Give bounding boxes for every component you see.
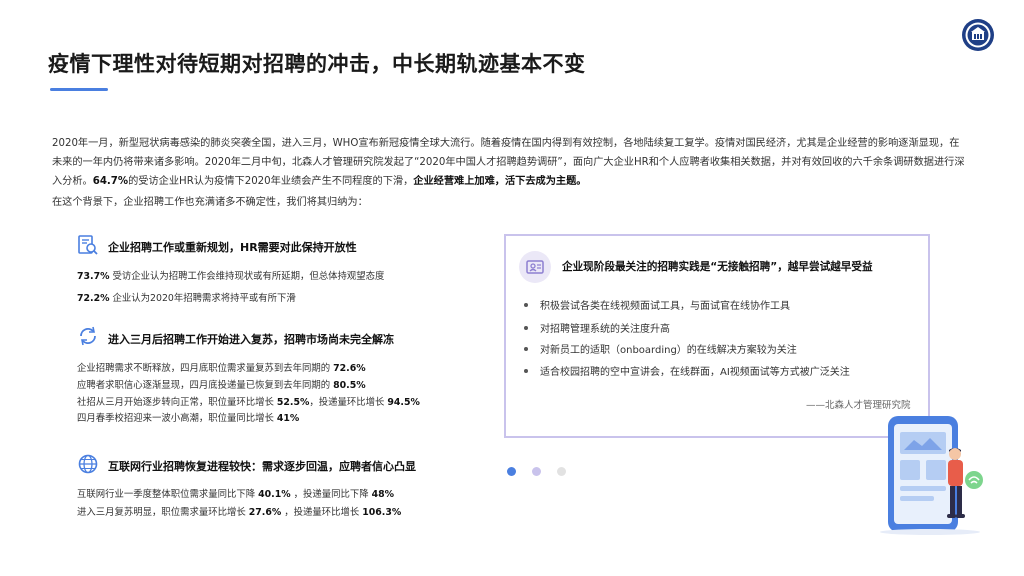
stat-value: 72.6%: [333, 363, 366, 374]
intro-text-2: 的受访企业HR认为疫情下2020年业绩会产生不同程度的下滑，: [128, 176, 414, 187]
section-2-line-2: 应聘者求职信心逐渐显现，四月底投递量已恢复到去年同期的 80.5%: [77, 377, 366, 391]
card-heading: 企业现阶段最关注的招聘实践是“无接触招聘”，越早尝试越早受益: [562, 261, 873, 273]
stat-text: 应聘者求职信心逐渐显现，四月底投递量已恢复到去年同期的: [77, 380, 334, 391]
university-seal-logo: [962, 19, 994, 51]
stat-text: 四月春季校招迎来一波小高潮，职位量同比增长: [77, 413, 277, 424]
stat-text: ，投递量同比下降: [290, 489, 372, 500]
stat-text: ，投递量环比增长: [309, 397, 388, 408]
stat-text: 社招从三月开始逐步转向正常，职位量环比增长: [77, 397, 277, 408]
intro-line-2: 在这个背景下，企业招聘工作也充满诸多不确定性，我们将其归纳为：: [52, 197, 368, 208]
section-2-line-4: 四月春季校招迎来一波小高潮，职位量同比增长 41%: [77, 410, 299, 424]
intro-highlight-1: 64.7%: [92, 176, 129, 187]
section-2-line-1: 企业招聘需求不断释放，四月底职位需求量复苏到去年同期的 72.6%: [77, 360, 366, 374]
intro-highlight-2: 企业经营难上加难，活下去成为主题。: [413, 176, 587, 187]
section-1-heading: 企业招聘工作或重新规划，HR需要对此保持开放性: [108, 241, 357, 254]
bullet-dot: [524, 369, 528, 373]
pager-dot-1[interactable]: [507, 467, 516, 476]
stat-value: 48%: [371, 489, 395, 500]
section-1-line-1: 73.7% 受访企业认为招聘工作会维持现状或有所延期，但总体持观望态度: [77, 268, 384, 282]
phone-person-illustration: [880, 416, 983, 535]
stat-text: 企业认为2020年招聘需求将持平或有所下滑: [109, 293, 296, 304]
section-2-heading: 进入三月后招聘工作开始进入复苏，招聘市场尚未完全解冻: [108, 333, 394, 346]
section-2-line-3: 社招从三月开始逐步转向正常，职位量环比增长 52.5%，投递量环比增长 94.5…: [77, 394, 420, 408]
stat-value: 52.5%: [276, 397, 310, 408]
card-bullet-4: 适合校园招聘的空中宣讲会，在线群面，AI视频面试等方式被广泛关注: [524, 363, 850, 378]
document-search-icon: [78, 235, 98, 255]
video-interview-icon: [526, 260, 544, 274]
bullet-text: 积极尝试各类在线视频面试工具，与面试官在线协作工具: [540, 301, 790, 312]
stat-value: 106.3%: [362, 507, 402, 518]
section-3-line-1: 互联网行业一季度整体职位需求量同比下降 40.1% ，投递量同比下降 48%: [77, 486, 394, 500]
bullet-text: 对招聘管理系统的关注度升高: [540, 324, 670, 335]
refresh-icon: [80, 326, 96, 346]
title-underline: [50, 88, 108, 91]
stat-value: 72.2%: [77, 293, 110, 304]
stat-text: 进入三月复苏明显，职位需求量环比增长: [77, 507, 249, 518]
stat-value: 40.1%: [258, 489, 291, 500]
bullet-dot: [524, 326, 528, 330]
stat-value: 41%: [276, 413, 300, 424]
page-title: 疫情下理性对待短期对招聘的冲击，中长期轨迹基本不变: [48, 52, 586, 76]
pager-dot-2[interactable]: [532, 467, 541, 476]
stat-value: 94.5%: [387, 397, 420, 408]
stat-text: 互联网行业一季度整体职位需求量同比下降: [77, 489, 259, 500]
stat-text: ，投递量环比增长: [281, 507, 363, 518]
section-3-line-2: 进入三月复苏明显，职位需求量环比增长 27.6% ，投递量环比增长 106.3%: [77, 504, 401, 518]
card-bullet-2: 对招聘管理系统的关注度升高: [524, 320, 670, 335]
stat-text: 受访企业认为招聘工作会维持现状或有所延期，但总体持观望态度: [109, 271, 385, 282]
bullet-dot: [524, 303, 528, 307]
stat-value: 80.5%: [333, 380, 366, 391]
section-1-line-2: 72.2% 企业认为2020年招聘需求将持平或有所下滑: [77, 290, 296, 304]
card-bullet-3: 对新员工的适职（onboarding）的在线解决方案较为关注: [524, 341, 797, 356]
bullet-text: 对新员工的适职（onboarding）的在线解决方案较为关注: [540, 345, 797, 356]
stat-value: 73.7%: [77, 271, 110, 282]
stat-value: 27.6%: [248, 507, 282, 518]
section-3-heading: 互联网行业招聘恢复进程较快：需求逐步回温，应聘者信心凸显: [108, 460, 416, 473]
intro-paragraph: 2020年一月，新型冠状病毒感染的肺炎突袭全国，进入三月，WHO宣布新冠疫情全球…: [52, 134, 968, 191]
stat-text: 企业招聘需求不断释放，四月底职位需求量复苏到去年同期的: [77, 363, 334, 374]
globe-icon: [78, 454, 98, 474]
bullet-dot: [524, 347, 528, 351]
bullet-text: 适合校园招聘的空中宣讲会，在线群面，AI视频面试等方式被广泛关注: [540, 367, 850, 378]
card-bullet-1: 积极尝试各类在线视频面试工具，与面试官在线协作工具: [524, 297, 790, 312]
pager-dot-3[interactable]: [557, 467, 566, 476]
